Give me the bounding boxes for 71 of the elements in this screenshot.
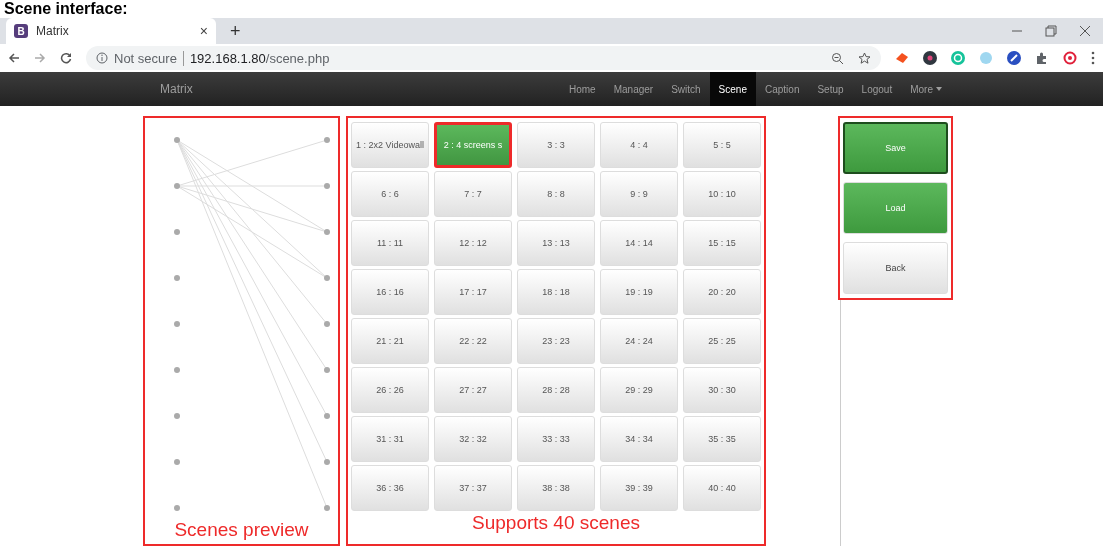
scene-button[interactable]: 35 : 35 [683, 416, 761, 462]
puzzle-icon[interactable] [1035, 51, 1049, 65]
scene-button[interactable]: 10 : 10 [683, 171, 761, 217]
scene-button[interactable]: 23 : 23 [517, 318, 595, 364]
nav-link[interactable]: Setup [808, 72, 853, 106]
url-text: 192.168.1.80/scene.php [189, 50, 330, 66]
zoom-icon[interactable] [831, 51, 844, 65]
tab-title: Matrix [36, 24, 70, 38]
scene-button[interactable]: 3 : 3 [517, 122, 595, 168]
scene-button[interactable]: 37 : 37 [434, 465, 512, 511]
scene-button[interactable]: 36 : 36 [351, 465, 429, 511]
scene-button[interactable]: 26 : 26 [351, 367, 429, 413]
scene-button[interactable]: 19 : 19 [600, 269, 678, 315]
scene-button[interactable]: 25 : 25 [683, 318, 761, 364]
brand-text[interactable]: Matrix [160, 82, 560, 96]
nav-link[interactable]: Switch [662, 72, 710, 106]
scene-button[interactable]: 9 : 9 [600, 171, 678, 217]
scene-button[interactable]: 8 : 8 [517, 171, 595, 217]
scene-button[interactable]: 5 : 5 [683, 122, 761, 168]
restore-icon[interactable] [1045, 25, 1057, 37]
back-arrow-icon[interactable] [8, 52, 20, 64]
scene-button[interactable]: 12 : 12 [434, 220, 512, 266]
close-icon[interactable] [1079, 25, 1091, 37]
reload-icon[interactable] [60, 52, 72, 64]
scene-button[interactable]: 30 : 30 [683, 367, 761, 413]
scene-button[interactable]: 27 : 27 [434, 367, 512, 413]
scene-button[interactable]: 4 : 4 [600, 122, 678, 168]
star-icon[interactable] [858, 51, 871, 65]
scene-button[interactable]: 32 : 32 [434, 416, 512, 462]
scene-button[interactable]: 29 : 29 [600, 367, 678, 413]
scene-button[interactable]: 22 : 22 [434, 318, 512, 364]
close-tab-button[interactable]: × [199, 23, 208, 39]
scene-button[interactable]: 15 : 15 [683, 220, 761, 266]
scene-button[interactable]: 17 : 17 [434, 269, 512, 315]
page-heading: Scene interface: [3, 0, 129, 18]
menu-icon[interactable] [1091, 51, 1095, 65]
scene-button[interactable]: 31 : 31 [351, 416, 429, 462]
scene-button[interactable]: 21 : 21 [351, 318, 429, 364]
info-icon [96, 52, 108, 64]
extension-icon[interactable] [1007, 51, 1021, 65]
scene-button[interactable]: 39 : 39 [600, 465, 678, 511]
scene-button[interactable]: 16 : 16 [351, 269, 429, 315]
nav-link[interactable]: Scene [709, 72, 756, 106]
nav-link[interactable]: Home [560, 72, 605, 106]
scene-button[interactable]: 11 : 11 [351, 220, 429, 266]
address-bar[interactable]: Not secure 192.168.1.80/scene.php [86, 46, 881, 70]
site-logo-icon: B [14, 24, 28, 38]
annotation-label: Supports 40 scenes [472, 511, 640, 535]
annotation-label: Scenes preview [174, 518, 309, 542]
scene-button[interactable]: 14 : 14 [600, 220, 678, 266]
scene-button[interactable]: 33 : 33 [517, 416, 595, 462]
scene-button[interactable]: 40 : 40 [683, 465, 761, 511]
scene-button[interactable]: 20 : 20 [683, 269, 761, 315]
action-button[interactable]: Back [843, 242, 948, 294]
scene-button[interactable]: 24 : 24 [600, 318, 678, 364]
scene-button[interactable]: 1 : 2x2 Videowall [351, 122, 429, 168]
extension-icon[interactable] [923, 51, 937, 65]
nav-link[interactable]: More [901, 72, 951, 106]
scene-button[interactable]: 6 : 6 [351, 171, 429, 217]
scene-button[interactable]: 7 : 7 [434, 171, 512, 217]
scene-button[interactable]: 38 : 38 [517, 465, 595, 511]
browser-tab[interactable]: B Matrix × [6, 18, 216, 44]
nav-link[interactable]: Caption [755, 72, 809, 106]
nav-link[interactable]: Logout [852, 72, 902, 106]
scene-button[interactable]: 18 : 18 [517, 269, 595, 315]
scene-button[interactable]: 28 : 28 [517, 367, 595, 413]
new-tab-button[interactable]: + [230, 20, 241, 42]
security-label: Not secure [114, 50, 184, 66]
scene-button[interactable]: 34 : 34 [600, 416, 678, 462]
nav-link[interactable]: Manager [604, 72, 663, 106]
scene-button[interactable]: 13 : 13 [517, 220, 595, 266]
